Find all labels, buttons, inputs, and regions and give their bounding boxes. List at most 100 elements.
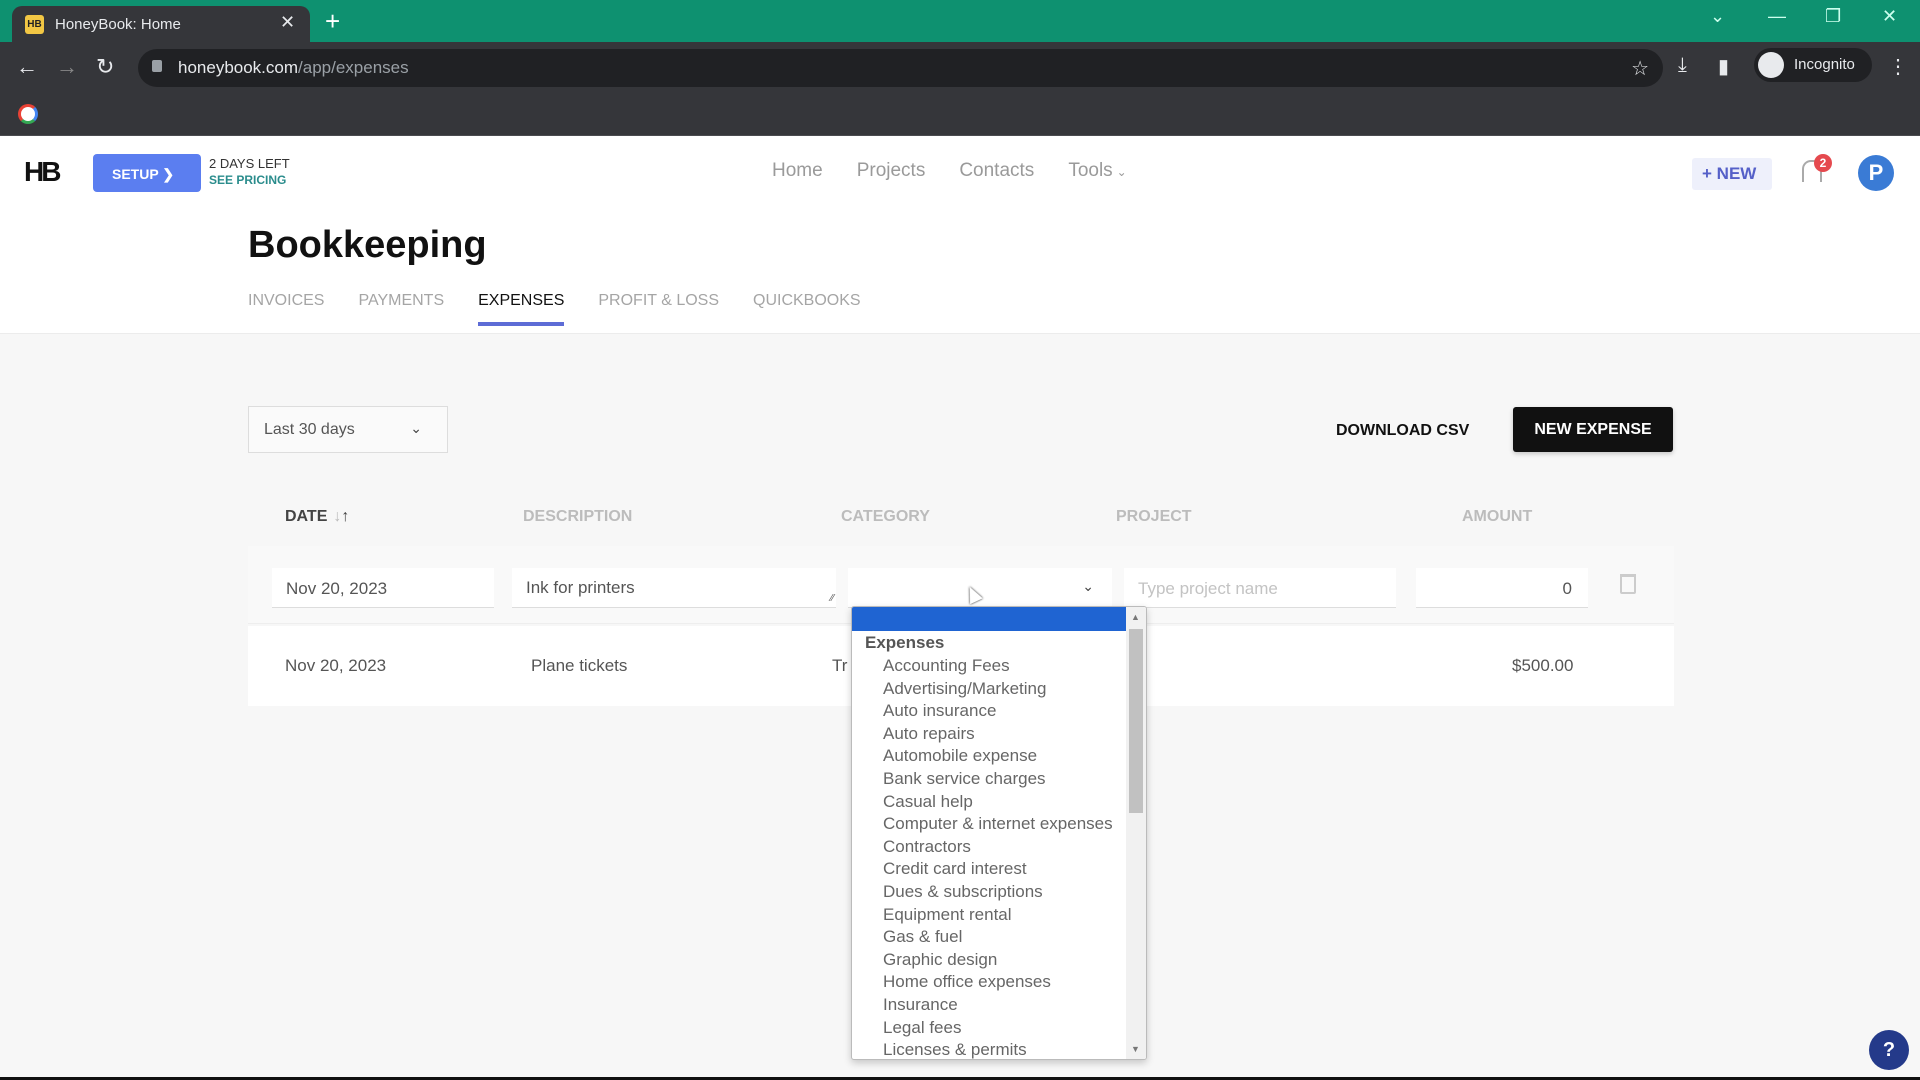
dropdown-option[interactable]: Insurance bbox=[883, 994, 1113, 1017]
dropdown-option[interactable]: Credit card interest bbox=[883, 858, 1113, 881]
scroll-up-icon[interactable]: ▲ bbox=[1131, 612, 1140, 622]
project-input[interactable]: Type project name bbox=[1124, 568, 1396, 608]
dropdown-option[interactable]: Contractors bbox=[883, 836, 1113, 859]
bookmarks-bar bbox=[0, 94, 1920, 136]
close-window-icon[interactable]: ✕ bbox=[1882, 6, 1897, 27]
browser-tab-bar: HB HoneyBook: Home ✕ + ⌄ — ❐ ✕ bbox=[0, 0, 1920, 42]
url-text: honeybook.com/app/expenses bbox=[178, 58, 409, 77]
nav-projects[interactable]: Projects bbox=[857, 160, 926, 182]
scrollbar-thumb[interactable] bbox=[1129, 629, 1143, 813]
tab-profit-loss[interactable]: PROFIT & LOSS bbox=[598, 292, 719, 310]
dropdown-scrollbar[interactable]: ▲ ▼ bbox=[1126, 607, 1146, 1059]
tab-invoices[interactable]: INVOICES bbox=[248, 292, 324, 310]
lock-icon bbox=[152, 60, 162, 72]
description-input[interactable]: Ink for printers ⁄⁄ bbox=[512, 568, 836, 608]
help-button[interactable]: ? bbox=[1869, 1030, 1909, 1070]
category-dropdown-list[interactable]: Expenses Accounting Fees Advertising/Mar… bbox=[851, 606, 1147, 1060]
reload-icon[interactable]: ↻ bbox=[96, 54, 114, 80]
page-title: Bookkeeping bbox=[248, 224, 487, 266]
browser-tab[interactable]: HB HoneyBook: Home ✕ bbox=[12, 6, 310, 42]
trash-icon[interactable] bbox=[1620, 574, 1636, 594]
dropdown-group-label: Expenses bbox=[865, 633, 945, 652]
dropdown-option[interactable]: Accounting Fees bbox=[883, 655, 1113, 678]
bookkeeping-tabs: INVOICES PAYMENTS EXPENSES PROFIT & LOSS… bbox=[248, 292, 861, 326]
column-project: PROJECT bbox=[1116, 508, 1192, 525]
row-description: Plane tickets bbox=[531, 656, 628, 675]
restore-icon[interactable]: ❐ bbox=[1825, 6, 1841, 27]
row-date: Nov 20, 2023 bbox=[285, 656, 387, 675]
dropdown-option[interactable]: Gas & fuel bbox=[883, 926, 1113, 949]
honeybook-favicon-icon: HB bbox=[25, 15, 44, 34]
dropdown-option[interactable]: Auto insurance bbox=[883, 700, 1113, 723]
amount-input[interactable]: 0 bbox=[1416, 568, 1588, 608]
address-bar[interactable]: honeybook.com/app/expenses ☆ bbox=[138, 49, 1663, 87]
incognito-label: Incognito bbox=[1794, 56, 1855, 73]
column-category: CATEGORY bbox=[841, 508, 930, 525]
incognito-icon bbox=[1758, 52, 1784, 78]
nav-contacts[interactable]: Contacts bbox=[959, 160, 1034, 182]
column-date[interactable]: DATE ↓↑ bbox=[285, 508, 349, 526]
dropdown-options: Accounting Fees Advertising/Marketing Au… bbox=[883, 655, 1113, 1059]
tab-expenses[interactable]: EXPENSES bbox=[478, 292, 565, 326]
download-csv-button[interactable]: DOWNLOAD CSV bbox=[1336, 422, 1469, 440]
column-description: DESCRIPTION bbox=[523, 508, 633, 525]
dropdown-option[interactable]: Licenses & permits bbox=[883, 1039, 1113, 1059]
notification-badge: 2 bbox=[1814, 154, 1832, 172]
dropdown-option[interactable]: Graphic design bbox=[883, 949, 1113, 972]
top-nav: Home Projects Contacts Tools ⌄ bbox=[772, 160, 1127, 182]
row-category: Tr bbox=[832, 656, 848, 675]
row-amount: $500.00 bbox=[1512, 656, 1574, 675]
new-expense-button[interactable]: NEW EXPENSE bbox=[1513, 407, 1673, 452]
dropdown-option[interactable]: Automobile expense bbox=[883, 745, 1113, 768]
tab-search-icon[interactable]: ⌄ bbox=[1710, 6, 1725, 27]
new-tab-icon[interactable]: + bbox=[325, 6, 340, 36]
dropdown-option[interactable]: Computer & internet expenses bbox=[883, 813, 1113, 836]
dropdown-option[interactable]: Auto repairs bbox=[883, 723, 1113, 746]
forward-icon[interactable]: → bbox=[56, 54, 78, 80]
dropdown-option[interactable]: Dues & subscriptions bbox=[883, 881, 1113, 904]
chevron-down-icon: ⌄ bbox=[410, 420, 422, 436]
trial-info: 2 DAYS LEFT SEE PRICING bbox=[209, 156, 290, 188]
dropdown-option[interactable]: Equipment rental bbox=[883, 904, 1113, 927]
dropdown-option[interactable]: Legal fees bbox=[883, 1017, 1113, 1040]
chevron-down-icon: ⌄ bbox=[1116, 165, 1127, 179]
tab-payments[interactable]: PAYMENTS bbox=[358, 292, 444, 310]
browser-toolbar: ← → ↻ honeybook.com/app/expenses ☆ ⤓ ▮ I… bbox=[0, 42, 1920, 94]
bookmark-star-icon[interactable]: ☆ bbox=[1631, 56, 1649, 81]
back-icon[interactable]: ← bbox=[16, 54, 38, 80]
column-amount: AMOUNT bbox=[1462, 508, 1533, 525]
date-input[interactable]: Nov 20, 2023 bbox=[272, 568, 494, 608]
see-pricing-link[interactable]: SEE PRICING bbox=[209, 172, 290, 188]
dropdown-selected-option[interactable] bbox=[852, 607, 1126, 631]
minimize-icon[interactable]: — bbox=[1768, 6, 1786, 27]
chevron-down-icon: ⌄ bbox=[1082, 578, 1094, 594]
incognito-badge[interactable]: Incognito bbox=[1754, 48, 1872, 82]
browser-menu-icon[interactable]: ⋮ bbox=[1888, 54, 1908, 79]
side-panel-icon[interactable]: ▮ bbox=[1718, 54, 1729, 79]
honeybook-logo[interactable]: HB bbox=[24, 156, 61, 188]
nav-home[interactable]: Home bbox=[772, 160, 823, 182]
download-icon[interactable]: ⤓ bbox=[1678, 54, 1687, 77]
tab-title: HoneyBook: Home bbox=[55, 16, 181, 33]
dropdown-option[interactable]: Advertising/Marketing bbox=[883, 678, 1113, 701]
category-select[interactable]: ⌄ bbox=[848, 568, 1112, 608]
close-tab-icon[interactable]: ✕ bbox=[280, 12, 295, 33]
date-range-select[interactable]: Last 30 days ⌄ bbox=[248, 406, 448, 453]
resize-handle-icon[interactable]: ⁄⁄ bbox=[831, 593, 834, 604]
chevron-right-icon: ❯ bbox=[162, 166, 175, 182]
sort-icon[interactable]: ↓↑ bbox=[333, 508, 349, 525]
setup-button[interactable]: SETUP ❯ bbox=[93, 154, 201, 192]
nav-tools[interactable]: Tools ⌄ bbox=[1068, 160, 1126, 182]
page-header: Bookkeeping INVOICES PAYMENTS EXPENSES P… bbox=[0, 206, 1920, 334]
dropdown-option[interactable]: Bank service charges bbox=[883, 768, 1113, 791]
dropdown-option[interactable]: Casual help bbox=[883, 791, 1113, 814]
avatar[interactable]: P bbox=[1858, 155, 1894, 191]
google-icon[interactable] bbox=[18, 104, 38, 124]
new-button[interactable]: + NEW bbox=[1692, 158, 1772, 190]
tab-quickbooks[interactable]: QUICKBOOKS bbox=[753, 292, 861, 310]
dropdown-option[interactable]: Home office expenses bbox=[883, 971, 1113, 994]
plus-icon: + bbox=[1702, 164, 1712, 183]
date-range-value: Last 30 days bbox=[264, 421, 355, 438]
scroll-down-icon[interactable]: ▼ bbox=[1131, 1044, 1140, 1054]
trial-days-left: 2 DAYS LEFT bbox=[209, 156, 290, 171]
